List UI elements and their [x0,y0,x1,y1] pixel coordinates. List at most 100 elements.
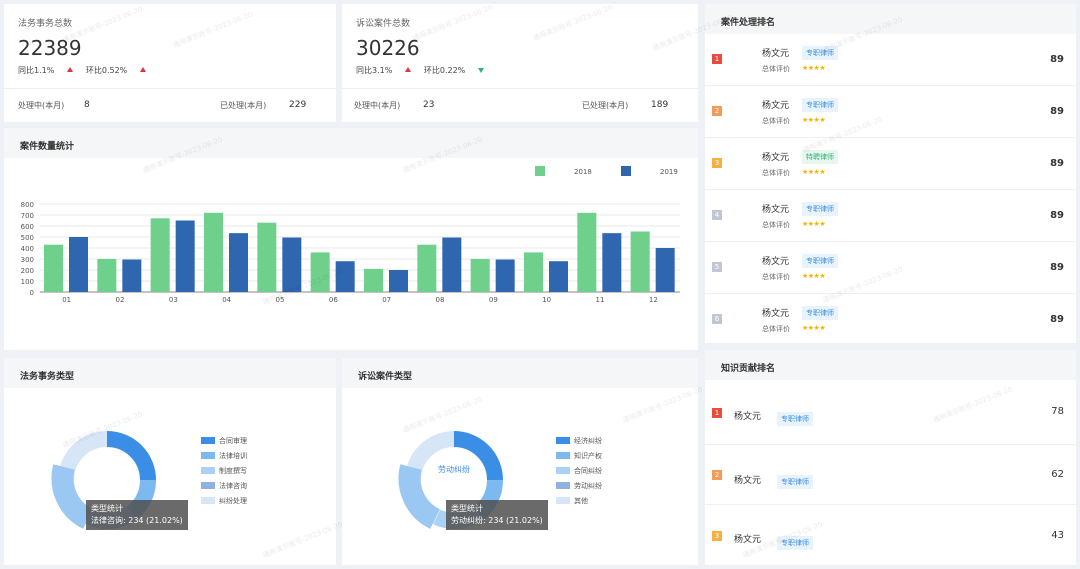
rank-badge: 1 [712,54,722,64]
legend-item[interactable]: 纠纷处理 [219,496,247,506]
processing-value: 8 [84,100,90,110]
bar-2018-10[interactable] [524,252,543,292]
y-tick-label: 400 [21,245,34,253]
stat-trend: 同比1.1% 环比0.52% [18,65,156,76]
x-tick-label: 10 [542,296,551,304]
legend-item[interactable]: 制度撰写 [219,466,247,476]
x-tick-label: 05 [276,296,285,304]
legend-item[interactable]: 知识产权 [574,451,602,461]
rank-badge: 3 [712,531,722,541]
stat-value: 30226 [356,36,420,60]
legend-item[interactable]: 合同审理 [219,436,247,446]
bar-2019-07[interactable] [389,270,408,292]
ranking-row[interactable]: 1 杨文元 专职律师 总体评价 ★★★★ 89 [705,34,1076,86]
x-tick-label: 12 [649,296,658,304]
ranking-row[interactable]: 6 杨文元 专职律师 总体评价 ★★★★ 89 [705,294,1076,346]
lawyer-name[interactable]: 杨文元 [762,98,789,111]
donut-slice[interactable] [106,431,156,481]
rank-badge: 6 [712,314,722,324]
lawyer-name[interactable]: 杨文元 [762,150,789,163]
trend-down-icon [478,68,485,73]
ranking-row[interactable]: 4 杨文元 专职律师 总体评价 ★★★★ 89 [705,190,1076,242]
bar-2018-01[interactable] [44,244,63,292]
score: 89 [1050,158,1064,169]
score: 62 [1051,469,1064,480]
x-tick-label: 04 [222,296,231,304]
legend-item[interactable]: 合同纠纷 [574,466,602,476]
x-tick-label: 07 [382,296,391,304]
legend-swatch [201,437,215,444]
rating-stars-icon: ★★★★ [802,168,826,176]
bar-2019-10[interactable] [549,261,568,292]
lawyer-tag: 专职律师 [802,202,838,216]
lawyer-name[interactable]: 杨文元 [762,306,789,319]
bar-2018-12[interactable] [630,231,650,293]
lawyer-tag: 特聘律师 [802,150,838,164]
rating-stars-icon: ★★★★ [802,220,826,228]
stat-title: 法务事务总数 [18,19,73,29]
stat-value: 22389 [18,36,82,60]
bar-2019-12[interactable] [655,248,675,292]
lawyer-name[interactable]: 杨文元 [734,409,761,422]
bar-2019-09[interactable] [495,259,515,292]
section-title: 法务事务类型 [4,358,336,388]
bar-2018-09[interactable] [470,259,490,292]
legend-swatch [201,497,215,504]
legend-item[interactable]: 法律培训 [219,451,247,461]
bar-2019-05[interactable] [282,237,302,292]
divider [342,88,698,89]
legend-swatch [556,497,570,504]
bar-2018-08[interactable] [417,244,437,292]
legend-item[interactable]: 劳动纠纷 [574,481,602,491]
ranking-row[interactable]: 2 杨文元 专职律师 总体评价 ★★★★ 89 [705,86,1076,138]
rating-stars-icon: ★★★★ [802,116,826,124]
lawsuit-type-card: 诉讼案件类型 劳动纠纷 经济纠纷 知识产权 合同纠纷 劳动纠纷 其他 类型统计 … [342,358,698,565]
knowledge-row[interactable]: 1 杨文元 专职律师 78 [705,385,1076,445]
legend-item[interactable]: 其他 [574,496,588,506]
knowledge-row[interactable]: 3 杨文元 专职律师 43 [705,505,1076,565]
bar-2018-03[interactable] [150,218,170,292]
rank-badge: 3 [712,158,722,168]
eval-label: 总体评价 [762,65,790,73]
bar-2019-03[interactable] [175,220,195,293]
yoy-label: 同比1.1% [18,66,74,75]
bar-2018-11[interactable] [577,212,597,292]
bar-2018-02[interactable] [97,259,117,292]
section-title: 案件处理排名 [705,4,1076,34]
donut-slice-highlight[interactable] [398,464,441,529]
rank-badge: 1 [712,408,722,418]
bar-2018-04[interactable] [204,212,223,292]
x-tick-label: 01 [62,296,71,304]
lawyer-name[interactable]: 杨文元 [762,254,789,267]
eval-label: 总体评价 [762,221,790,229]
bar-2018-07[interactable] [364,268,383,292]
donut-slice-highlight[interactable] [51,464,94,529]
legend-item[interactable]: 法律咨询 [219,481,247,491]
y-tick-label: 200 [21,267,34,275]
bar-2019-02[interactable] [122,259,142,292]
bar-2019-01[interactable] [69,237,88,292]
lawyer-name[interactable]: 杨文元 [762,202,789,215]
lawyer-name[interactable]: 杨文元 [734,532,761,545]
y-tick-label: 500 [21,234,34,242]
lawyer-tag: 专职律师 [777,536,813,550]
ranking-row[interactable]: 5 杨文元 专职律师 总体评价 ★★★★ 89 [705,242,1076,294]
bar-2019-11[interactable] [602,233,622,292]
bar-2019-06[interactable] [335,261,355,292]
stat-card-lawsuits: 诉讼案件总数 30226 同比3.1% 环比0.22% 处理中(本月) 23 已… [342,4,698,122]
bar-2019-04[interactable] [229,233,248,292]
stat-title: 诉讼案件总数 [356,19,411,29]
x-tick-label: 09 [489,296,498,304]
bar-2019-08[interactable] [442,237,462,292]
ranking-row[interactable]: 3 杨文元 特聘律师 总体评价 ★★★★ 89 [705,138,1076,190]
bar-2018-05[interactable] [257,222,277,292]
lawyer-name[interactable]: 杨文元 [762,46,789,59]
tooltip-value: 劳动纠纷: 234 (21.02%) [451,516,543,525]
knowledge-row[interactable]: 2 杨文元 专职律师 62 [705,445,1076,505]
lawyer-name[interactable]: 杨文元 [734,473,761,486]
score: 89 [1050,210,1064,221]
y-tick-label: 0 [30,289,34,297]
legend-item[interactable]: 经济纠纷 [574,436,602,446]
bar-2018-06[interactable] [310,252,330,292]
x-tick-label: 02 [116,296,125,304]
